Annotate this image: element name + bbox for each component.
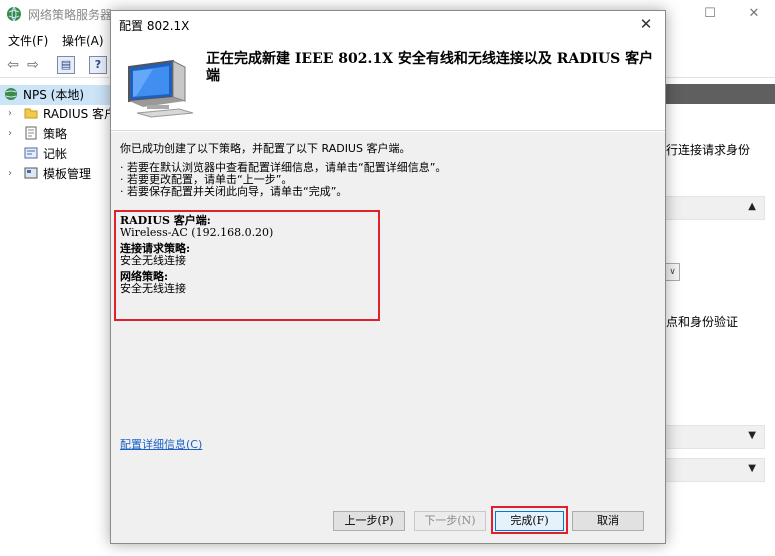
dialog-body: 你已成功创建了以下策略，并配置了以下 RADIUS 客户端。 · 若要在默认浏览… — [111, 132, 665, 506]
nps-globe-icon — [7, 6, 21, 22]
tree-root-nps[interactable]: NPS (本地) — [0, 85, 110, 105]
right-panel-section-bar[interactable]: ▲ — [665, 196, 765, 220]
dialog-close-button[interactable]: ✕ — [633, 13, 659, 35]
chevron-right-icon[interactable]: › — [8, 124, 12, 144]
wizard-heading: 正在完成新建 IEEE 802.1X 安全有线和无线连接以及 RADIUS 客户… — [206, 51, 654, 84]
help-icon[interactable]: ? — [89, 56, 107, 74]
right-panel-header — [665, 84, 775, 104]
finish-highlight-box — [491, 506, 568, 534]
right-panel-section-bar[interactable]: ▼ — [665, 458, 765, 482]
wizard-dialog: 配置 802.1X ✕ 正在完成新建 IEEE 802.1X 安全有线和无线连接… — [110, 10, 666, 544]
expand-down-icon[interactable]: ▼ — [748, 430, 756, 441]
maximize-button[interactable]: ☐ — [690, 2, 730, 26]
back-arrow-icon[interactable]: ⇦ — [4, 55, 22, 75]
dialog-header: 正在完成新建 IEEE 802.1X 安全有线和无线连接以及 RADIUS 客户… — [111, 39, 665, 131]
folder-icon — [24, 108, 38, 119]
instruction-item: · 若要保存配置并关闭此向导，请单击“完成”。 — [120, 185, 348, 198]
policy-document-icon — [25, 126, 37, 140]
configuration-details-link[interactable]: 配置详细信息(C) — [120, 436, 202, 452]
wizard-monitor-icon — [128, 59, 194, 118]
console-tree: NPS (本地) › RADIUS 客户 › 策略 记帐 › 模板管理 — [0, 82, 116, 556]
right-panel-text: 行连接请求身份 — [666, 143, 751, 157]
templates-icon — [24, 167, 38, 179]
tree-item-label: RADIUS 客户 — [43, 107, 117, 121]
expand-down-icon[interactable]: ▼ — [748, 463, 756, 474]
back-button[interactable]: 上一步(P) — [333, 511, 405, 531]
next-button[interactable]: 下一步(N) — [414, 511, 486, 531]
instruction-list: · 若要在默认浏览器中查看配置详细信息，请单击“配置详细信息”。 · 若要更改配… — [120, 162, 446, 198]
chevron-down-icon[interactable]: ∨ — [665, 263, 680, 281]
close-window-button[interactable]: ✕ — [734, 2, 774, 26]
chevron-right-icon[interactable]: › — [8, 164, 12, 184]
right-panel-text: 点和身份验证 — [666, 315, 739, 329]
summary-highlight-box — [114, 210, 380, 321]
app-title: 网络策略服务器 — [28, 8, 113, 22]
tree-item-label: 策略 — [43, 127, 68, 141]
tree-item-label: 记帐 — [43, 147, 68, 161]
accounting-icon — [24, 147, 38, 159]
tree-root-label: NPS (本地) — [23, 88, 85, 102]
chevron-right-icon[interactable]: › — [8, 104, 12, 124]
menu-file[interactable]: 文件(F) — [8, 32, 48, 49]
cancel-button[interactable]: 取消 — [572, 511, 644, 531]
dialog-title: 配置 802.1X — [119, 19, 190, 33]
collapse-up-icon[interactable]: ▲ — [748, 201, 756, 212]
show-hide-tree-icon[interactable]: ▤ — [57, 56, 75, 74]
dialog-footer: 上一步(P) 下一步(N) 完成(F) 取消 — [111, 506, 665, 543]
tree-item-label: 模板管理 — [43, 167, 92, 181]
nps-server-icon — [5, 88, 17, 100]
right-panel-section-bar[interactable]: ▼ — [665, 425, 765, 449]
menu-action[interactable]: 操作(A) — [62, 32, 104, 49]
intro-text: 你已成功创建了以下策略，并配置了以下 RADIUS 客户端。 — [120, 142, 411, 155]
forward-arrow-icon[interactable]: ⇨ — [24, 55, 42, 75]
